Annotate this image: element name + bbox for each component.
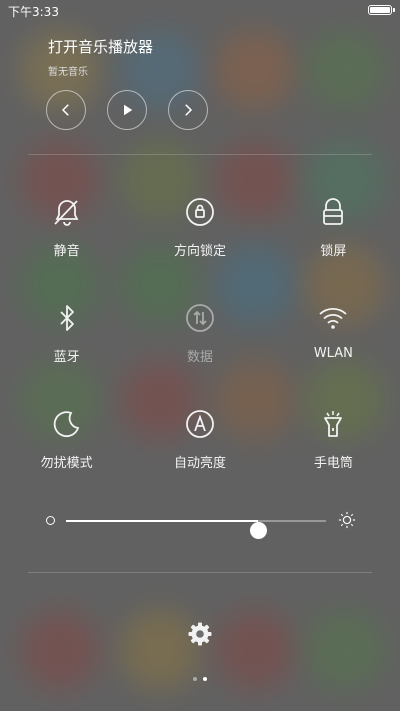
toggle-bluetooth-label: 蓝牙 (53, 350, 80, 365)
toggle-wlan-label: WLAN (313, 346, 353, 361)
divider (28, 572, 372, 573)
status-bar: 下午3:33 (0, 0, 400, 22)
brightness-slider[interactable] (44, 510, 356, 539)
toggle-mute-label: 静音 (53, 244, 80, 259)
page-dot (193, 677, 197, 681)
previous-button[interactable] (46, 90, 86, 130)
wifi-icon (319, 307, 347, 329)
mobile-data-icon (186, 304, 214, 332)
toggle-bluetooth[interactable]: 蓝牙 (0, 302, 133, 408)
media-controls (46, 90, 208, 130)
toggle-lock-screen[interactable]: 锁屏 (267, 196, 400, 302)
toggle-mute[interactable]: 静音 (0, 196, 133, 302)
divider (28, 154, 372, 155)
toggle-flashlight-label: 手电筒 (313, 456, 353, 471)
page-indicator (0, 677, 400, 681)
brightness-fill (66, 520, 259, 522)
toggle-lock-screen-label: 锁屏 (320, 244, 347, 259)
brightness-track[interactable] (66, 520, 326, 539)
auto-brightness-icon (186, 410, 214, 438)
toggle-rotation-lock[interactable]: 方向锁定 (133, 196, 266, 302)
bluetooth-icon (60, 305, 74, 331)
toggle-wlan[interactable]: WLAN (267, 302, 400, 408)
settings-gear-icon[interactable] (186, 620, 214, 648)
page-dot-active (203, 677, 207, 681)
play-icon (124, 104, 133, 116)
toggle-auto-brightness-label: 自动亮度 (173, 456, 226, 471)
play-button[interactable] (107, 90, 147, 130)
bell-off-icon (54, 200, 79, 226)
music-subtitle: 暂无音乐 (48, 67, 88, 78)
brightness-low-icon (46, 516, 55, 525)
battery-icon (368, 5, 395, 15)
rotation-lock-icon (186, 198, 214, 226)
toggle-auto-brightness[interactable]: 自动亮度 (133, 408, 266, 514)
status-time: 下午3:33 (8, 5, 59, 19)
music-widget[interactable]: 打开音乐播放器 暂无音乐 (48, 36, 153, 78)
flashlight-icon (324, 411, 343, 437)
lock-icon (323, 198, 344, 225)
next-button[interactable] (168, 90, 208, 130)
music-title[interactable]: 打开音乐播放器 (48, 36, 153, 57)
toggle-do-not-disturb[interactable]: 勿扰模式 (0, 408, 133, 514)
quick-settings-grid: 静音 方向锁定 锁屏 蓝牙 数据 WLAN 勿扰模式 自动亮度 手电筒 (0, 196, 400, 514)
toggle-rotation-lock-label: 方向锁定 (173, 244, 226, 259)
moon-icon (53, 411, 79, 438)
toggle-mobile-data-label: 数据 (186, 350, 213, 365)
toggle-do-not-disturb-label: 勿扰模式 (40, 456, 93, 471)
brightness-high-icon (338, 511, 356, 529)
chevron-left-icon (61, 104, 69, 116)
toggle-flashlight[interactable]: 手电筒 (267, 408, 400, 514)
toggle-mobile-data[interactable]: 数据 (133, 302, 266, 408)
chevron-right-icon (185, 104, 193, 116)
